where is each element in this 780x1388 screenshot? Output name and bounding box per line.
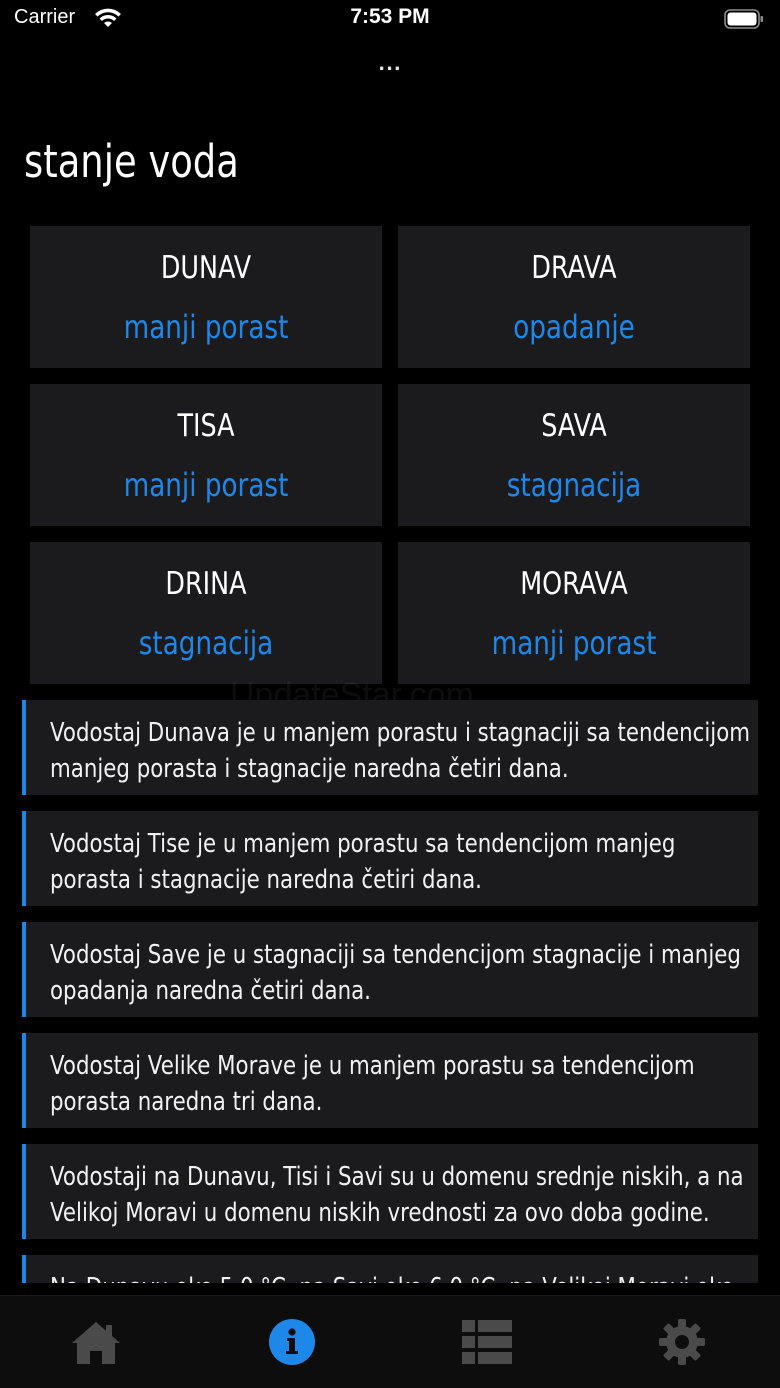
tab-bar [0,1295,780,1388]
river-trend: manji porast [123,308,289,346]
river-trend: opadanje [513,308,635,346]
note-item: Vodostaji na Dunavu, Tisi i Savi su u do… [22,1144,758,1239]
status-bar: Carrier 7:53 PM [0,0,780,44]
river-card-tisa[interactable]: TISA manji porast [30,384,382,526]
river-card-drava[interactable]: DRAVA opadanje [398,226,750,368]
home-icon [72,1322,120,1364]
river-trend: manji porast [491,624,657,662]
gear-icon [659,1319,705,1365]
river-card-drina[interactable]: DRINA stagnacija [30,542,382,684]
river-name: MORAVA [520,566,628,602]
page-title: stanje voda [24,135,239,188]
note-text: Vodostaj Save je u stagnaciji sa tendenc… [50,940,741,1006]
battery-icon [724,9,763,29]
river-trend: stagnacija [506,466,642,504]
river-name: DUNAV [160,250,252,286]
note-text: Vodostaj Velike Morave je u manjem poras… [50,1051,695,1117]
river-name: TISA [177,408,235,444]
river-name: SAVA [541,408,607,444]
river-card-morava[interactable]: MORAVA manji porast [398,542,750,684]
river-trend: manji porast [123,466,289,504]
info-icon [269,1319,315,1365]
note-text: Vodostaj Dunava je u manjem porastu i st… [50,718,751,784]
tab-list[interactable] [390,1296,585,1388]
note-text: Na Dunavu oko 5,0 °C, na Savi oko 6,0 °C… [50,1270,755,1283]
note-text: Vodostaji na Dunavu, Tisi i Savi su u do… [50,1162,744,1228]
river-name: DRINA [165,566,247,602]
note-item: Na Dunavu oko 5,0 °C, na Savi oko 6,0 °C… [22,1255,758,1283]
tab-home[interactable] [0,1296,195,1388]
note-item: Vodostaj Save je u stagnaciji sa tendenc… [22,922,758,1017]
river-card-dunav[interactable]: DUNAV manji porast [30,226,382,368]
note-text: Vodostaj Tise je u manjem porastu sa ten… [50,829,676,895]
tab-settings[interactable] [585,1296,780,1388]
note-item: Vodostaj Velike Morave je u manjem poras… [22,1033,758,1128]
river-name: DRAVA [531,250,617,286]
river-trend: stagnacija [138,624,274,662]
river-card-sava[interactable]: SAVA stagnacija [398,384,750,526]
more-menu-button[interactable]: ... [370,54,410,75]
note-item: Vodostaj Tise je u manjem porastu sa ten… [22,811,758,906]
list-icon [462,1320,512,1364]
clock: 7:53 PM [350,5,430,28]
note-item: Vodostaj Dunava je u manjem porastu i st… [22,700,758,795]
notes-list[interactable]: Vodostaj Dunava je u manjem porastu i st… [0,700,780,1283]
tab-info[interactable] [195,1296,390,1388]
